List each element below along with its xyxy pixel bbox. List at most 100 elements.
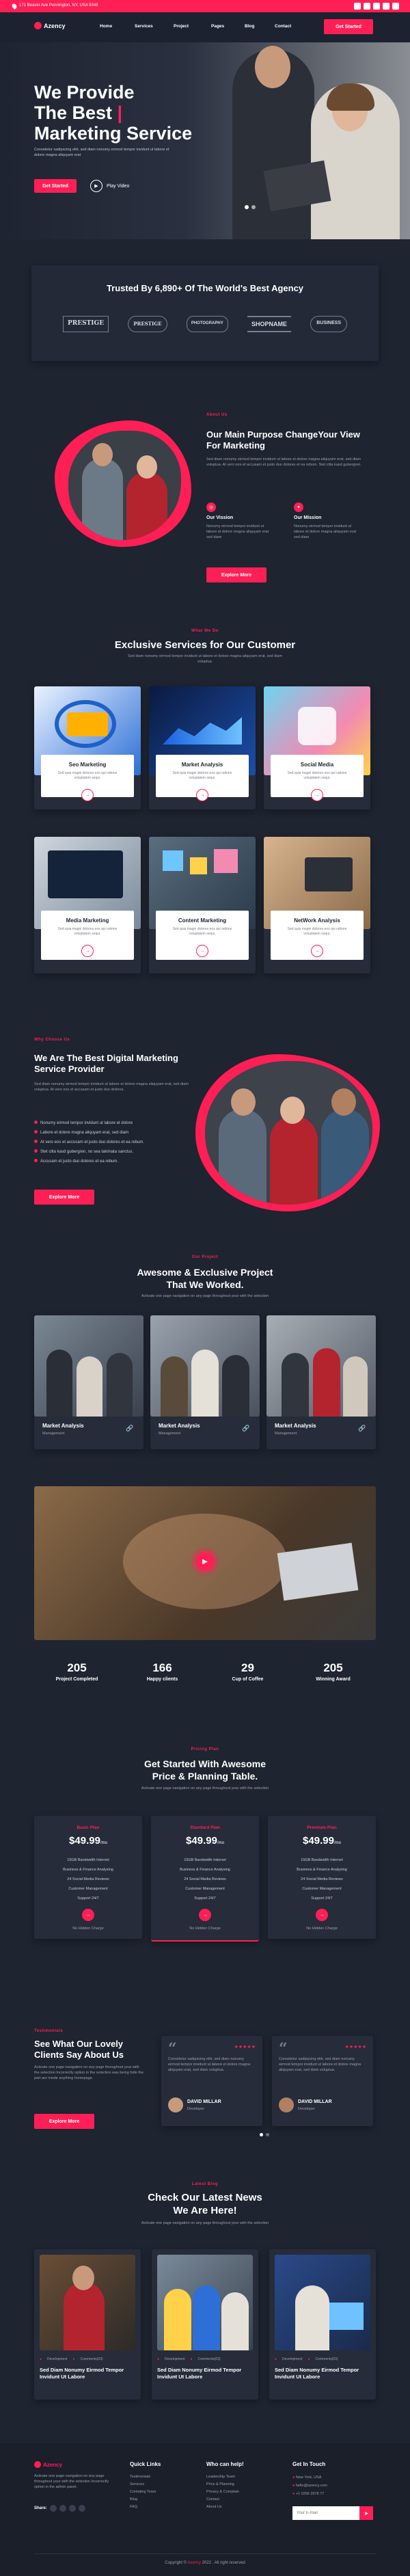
twitter-icon[interactable]: [59, 2505, 66, 2512]
instagram-icon[interactable]: [68, 2505, 76, 2512]
service-card[interactable]: Content Marketing Sed quia magni dolores…: [149, 837, 256, 974]
nav-item-blog[interactable]: Blog: [245, 24, 254, 29]
news-title[interactable]: Sed Diam Nonumy Eirmod Tempor Invidunt U…: [40, 2367, 135, 2380]
footer-share: Share:: [34, 2505, 85, 2512]
footer-link[interactable]: Leadership Team: [206, 2473, 239, 2481]
facebook-icon[interactable]: [354, 3, 361, 10]
service-card[interactable]: Seo Marketing Sed quia magni dolores eos…: [34, 686, 141, 809]
footer-link[interactable]: Contating Team: [130, 2488, 156, 2496]
footer-link[interactable]: Contact: [206, 2496, 239, 2504]
arrow-icon[interactable]: →: [311, 945, 323, 957]
footer-link[interactable]: About Us: [206, 2504, 239, 2511]
plan-select-button[interactable]: →: [82, 1909, 94, 1921]
slider-dot[interactable]: [260, 2133, 263, 2136]
get-started-nav-button[interactable]: Get Started: [324, 19, 373, 34]
hero-title-line2: The Best |: [34, 103, 123, 123]
arrow-icon[interactable]: →: [311, 789, 323, 801]
nav-item-project[interactable]: Project: [174, 24, 189, 29]
arrow-icon[interactable]: →: [196, 789, 208, 801]
news-image: [275, 2255, 370, 2350]
why-point: Stet clita kasd gubergren, no sea takima…: [34, 1147, 205, 1157]
arrow-icon[interactable]: →: [81, 945, 94, 957]
facebook-icon[interactable]: [49, 2505, 57, 2512]
link-icon[interactable]: 🔗: [126, 1425, 133, 1432]
plan-features: 15GB Bandwidth Internet Business & Finan…: [297, 1858, 347, 1901]
instagram-icon[interactable]: [373, 3, 380, 10]
news-tag: Latest Blog: [191, 2182, 219, 2186]
footer-link[interactable]: FAQ: [130, 2504, 156, 2511]
nav-item-services[interactable]: Services: [135, 24, 153, 29]
top-bar: 171 Beaver Ave Pennington, NY, USA 9348: [0, 0, 410, 12]
news-title[interactable]: Sed Diam Nonumy Eirmod Tempor Invidunt U…: [275, 2367, 370, 2380]
copyright: Copyright © Azency 2022 . All right rese…: [165, 2561, 245, 2565]
counter-value: 166: [152, 1661, 172, 1674]
counter: 29 Cup of Coffee: [207, 1661, 289, 1689]
news-card[interactable]: ● Development ● Comments(03) Sed Diam Nonu…: [152, 2249, 258, 2400]
arrow-icon[interactable]: →: [81, 789, 94, 801]
project-title: Market Analysis: [42, 1423, 84, 1429]
news-card[interactable]: ● Development ● Comments(03) Sed Diam Nonu…: [34, 2249, 141, 2400]
project-title: Market Analysis: [275, 1423, 316, 1429]
project-card[interactable]: Market Analysis Management 🔗: [150, 1315, 260, 1449]
youtube-icon[interactable]: [392, 3, 399, 10]
check-icon: [34, 1121, 38, 1124]
footer-link[interactable]: Price & Planning: [206, 2481, 239, 2488]
plan-select-button[interactable]: →: [199, 1909, 211, 1921]
slider-dot[interactable]: [251, 205, 256, 209]
link-icon[interactable]: 🔗: [358, 1425, 366, 1432]
slider-dot[interactable]: [266, 2133, 269, 2136]
service-title: Social Media: [300, 762, 334, 768]
play-video-button[interactable]: ▶ Play Video: [90, 180, 129, 192]
project-card[interactable]: Market Analysis Management 🔗: [266, 1315, 376, 1449]
news-image: [40, 2255, 135, 2350]
testimonials-tag: Testimonials: [34, 2029, 64, 2033]
nav-item-pages[interactable]: Pages: [211, 24, 224, 29]
footer-email[interactable]: hello@azency.com: [296, 2484, 327, 2488]
news-card[interactable]: ● Development ● Comments(03) Sed Diam Nonu…: [269, 2249, 376, 2400]
video-play-button[interactable]: ▶: [195, 1552, 215, 1571]
plan-select-button[interactable]: →: [316, 1909, 328, 1921]
newsletter-input[interactable]: [292, 2506, 359, 2520]
footer-link[interactable]: Blog: [130, 2496, 156, 2504]
slider-dot[interactable]: [245, 205, 249, 209]
check-icon: [34, 1149, 38, 1153]
service-card[interactable]: NetWork Analysis Sed quia magni dolores …: [264, 837, 370, 974]
testimonials-explore-button[interactable]: Explore More: [34, 2114, 94, 2129]
mission-icon: ✦: [294, 502, 303, 512]
location-icon: ●: [292, 2476, 295, 2480]
nav-item-home[interactable]: Home: [100, 24, 112, 29]
brand-logo: PRESTIGE: [128, 316, 167, 332]
why-text: Sed diam nonumy eirmod tempor invidunt u…: [34, 1082, 189, 1092]
news-title[interactable]: Sed Diam Nonumy Eirmod Tempor Invidunt U…: [157, 2367, 253, 2380]
linkedin-icon[interactable]: [383, 3, 390, 10]
avatar: [168, 2097, 183, 2112]
twitter-icon[interactable]: [364, 3, 370, 10]
service-text: Sed quia magni dolores eos qui ratione v…: [172, 771, 232, 780]
arrow-icon[interactable]: →: [196, 945, 208, 957]
about-explore-button[interactable]: Explore More: [206, 567, 266, 582]
service-card[interactable]: Media Marketing Sed quia magni dolores e…: [34, 837, 141, 974]
user-icon: ●: [40, 2357, 42, 2361]
service-card[interactable]: Market Analysis Sed quia magni dolores e…: [149, 686, 256, 809]
footer-link[interactable]: Testimonials: [130, 2473, 156, 2481]
logo[interactable]: Azency: [34, 22, 66, 29]
service-card[interactable]: Social Media Sed quia magni dolores eos …: [264, 686, 370, 809]
quote-icon: “: [279, 2040, 288, 2058]
plan-price: $49.99/mo: [69, 1835, 107, 1847]
footer-link[interactable]: Services: [130, 2481, 156, 2488]
nav-item-contact[interactable]: Contact: [275, 24, 291, 29]
footer-link[interactable]: Privacy & Complain: [206, 2488, 239, 2496]
check-icon: [34, 1140, 38, 1143]
hero-get-started-button[interactable]: Get Started: [34, 179, 77, 193]
project-card[interactable]: Market Analysis Management 🔗: [34, 1315, 144, 1449]
why-explore-button[interactable]: Explore More: [34, 1190, 94, 1205]
news-subtitle: Activate one page navigation on any page…: [141, 2221, 269, 2225]
link-icon[interactable]: 🔗: [242, 1425, 249, 1432]
service-text: Sed quia magni dolores eos qui ratione v…: [57, 771, 118, 780]
plan-price: $49.99/mo: [186, 1835, 224, 1847]
footer-logo[interactable]: Azency: [34, 2461, 62, 2468]
why-tag: Why Choose Us: [34, 1038, 70, 1042]
linkedin-icon[interactable]: [78, 2505, 85, 2512]
newsletter-submit-button[interactable]: ➤: [359, 2506, 373, 2520]
footer-phone[interactable]: +1 0256 3578 77: [296, 2492, 324, 2496]
